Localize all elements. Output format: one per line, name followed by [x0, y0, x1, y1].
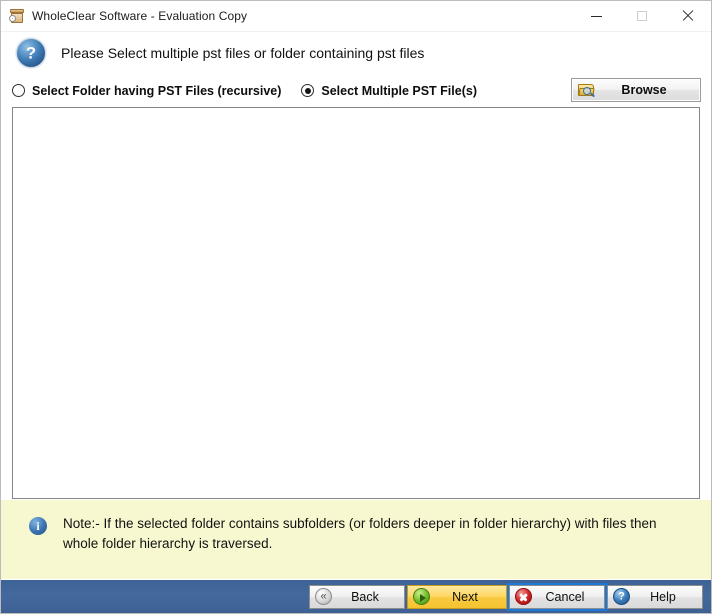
maximize-icon	[637, 11, 647, 21]
window-title: WholeClear Software - Evaluation Copy	[32, 9, 248, 23]
next-button[interactable]: Next	[407, 584, 507, 609]
footer-button-bar: Back Next Cancel Help	[1, 579, 711, 613]
radio-option-files[interactable]: Select Multiple PST File(s)	[301, 84, 477, 98]
folder-search-icon	[578, 83, 596, 98]
radio-folder-indicator[interactable]	[12, 84, 25, 97]
cancel-button[interactable]: Cancel	[509, 584, 605, 609]
browse-button[interactable]: Browse	[571, 78, 701, 102]
note-panel: Note:- If the selected folder contains s…	[1, 499, 711, 579]
info-icon	[29, 517, 47, 535]
minimize-button[interactable]	[573, 1, 619, 31]
next-button-label: Next	[452, 589, 478, 604]
help-button-label: Help	[650, 589, 676, 604]
close-icon	[682, 10, 694, 22]
help-circle-icon	[613, 588, 630, 605]
cancel-button-label: Cancel	[545, 589, 585, 604]
instruction-header: Please Select multiple pst files or fold…	[1, 32, 711, 74]
application-window: WholeClear Software - Evaluation Copy Pl…	[0, 0, 712, 614]
browse-button-label: Browse	[621, 83, 667, 97]
source-options-row: Select Folder having PST Files (recursiv…	[1, 74, 711, 107]
radio-folder-label: Select Folder having PST Files (recursiv…	[32, 83, 282, 98]
cancel-circle-icon	[515, 588, 532, 605]
minimize-icon	[590, 15, 602, 17]
radio-files-indicator[interactable]	[301, 84, 315, 97]
help-button[interactable]: Help	[607, 584, 703, 609]
archive-box-icon	[9, 8, 25, 24]
window-controls	[573, 1, 711, 31]
title-bar: WholeClear Software - Evaluation Copy	[1, 1, 711, 32]
question-mark-icon	[16, 38, 46, 68]
file-list-container	[1, 107, 711, 499]
back-button[interactable]: Back	[309, 584, 405, 609]
play-circle-icon	[413, 588, 430, 605]
close-button[interactable]	[665, 1, 711, 31]
back-button-label: Back	[351, 589, 379, 604]
rewind-circle-icon	[315, 588, 332, 605]
file-list[interactable]	[12, 107, 700, 499]
radio-option-folder[interactable]: Select Folder having PST Files (recursiv…	[12, 84, 281, 98]
radio-files-label: Select Multiple PST File(s)	[321, 83, 477, 98]
note-text: Note:- If the selected folder contains s…	[63, 516, 657, 551]
instruction-text: Please Select multiple pst files or fold…	[61, 45, 425, 61]
maximize-button[interactable]	[619, 1, 665, 31]
